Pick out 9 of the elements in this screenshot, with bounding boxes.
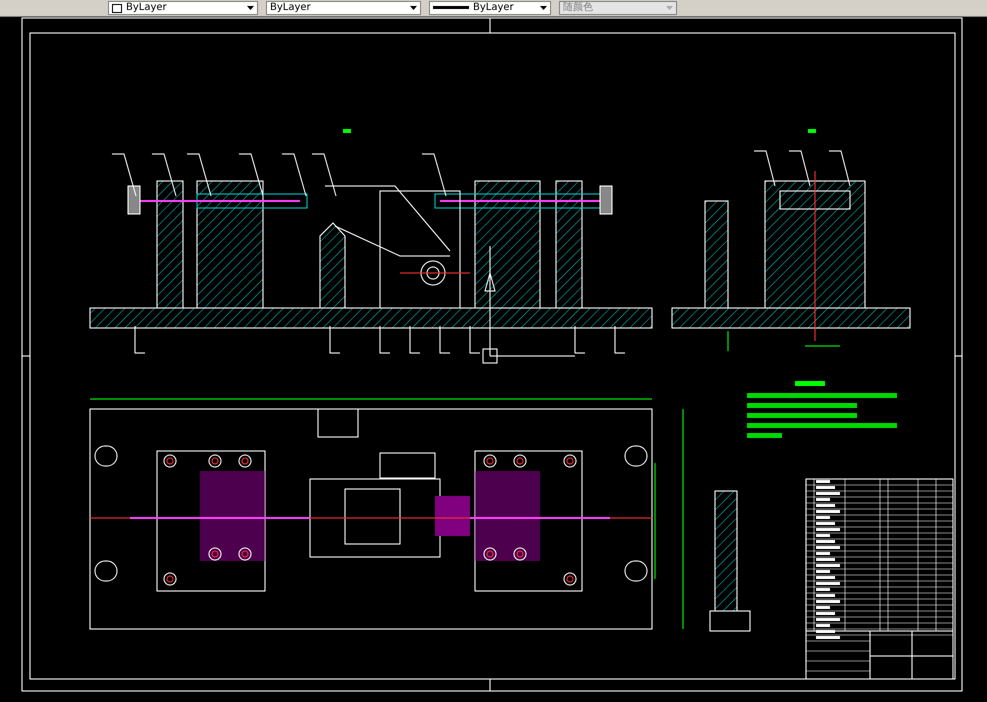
caret-icon	[410, 6, 417, 10]
caret-icon	[540, 6, 547, 10]
toolbar-dropdown[interactable]: ByLayer	[429, 1, 551, 15]
color-swatch-icon	[112, 4, 122, 12]
toolbar-dropdown[interactable]: ByLayer	[266, 1, 421, 15]
caret-icon	[666, 6, 673, 10]
caret-icon	[247, 6, 254, 10]
line-sample-icon	[433, 6, 469, 10]
toolbar-dropdown[interactable]: ByLayer	[108, 1, 258, 15]
